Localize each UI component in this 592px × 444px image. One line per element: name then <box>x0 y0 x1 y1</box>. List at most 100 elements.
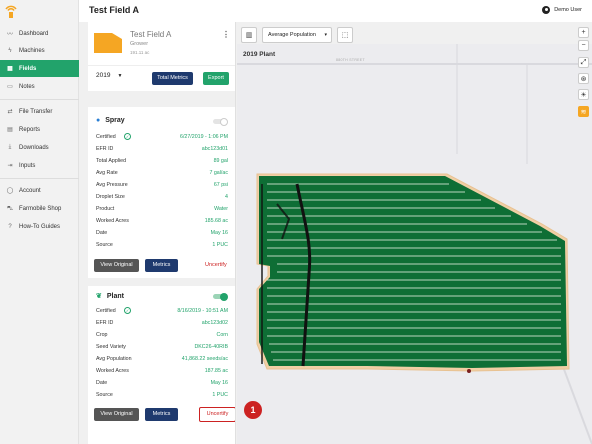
field-map[interactable] <box>237 44 592 444</box>
farmobile-logo-icon <box>5 5 17 18</box>
spray-metrics-button[interactable]: Metrics <box>145 259 178 272</box>
inputs-icon: ⇥ <box>7 163 13 169</box>
plant-row-crop: Crop Corn <box>96 332 228 342</box>
spray-toggle[interactable] <box>213 117 228 126</box>
export-button[interactable]: Export <box>203 72 229 85</box>
plant-row-source: Source 1 PUC <box>96 392 228 402</box>
plant-row-avg-population: Avg Population 41,868.22 seeds/ac <box>96 356 228 366</box>
sidebar-item-how-to-guides[interactable]: ? How-To Guides <box>0 218 79 235</box>
layers-icon: ≋ <box>580 108 587 116</box>
sidebar-item-label: Fields <box>19 65 37 72</box>
field-acres: 191.11 ac <box>130 50 150 55</box>
total-metrics-button[interactable]: Total Metrics <box>152 72 193 85</box>
year-select[interactable]: 2019 ▼ <box>96 72 122 79</box>
zoom-out-button[interactable]: − <box>578 40 589 51</box>
row-label: Total Applied <box>96 158 127 164</box>
plant-row-date: Date May 16 <box>96 380 228 390</box>
sidebar-item-label: File Transfer <box>19 108 53 115</box>
spray-view-original-button[interactable]: View Original <box>94 259 139 272</box>
sidebar-divider <box>0 99 79 100</box>
spray-uncertify-link[interactable]: Uncertify <box>205 262 227 268</box>
field-header: Test Field A Grower 191.11 ac ⋮ <box>88 22 235 66</box>
sidebar-item-label: Dashboard <box>19 30 49 37</box>
row-label: EFR ID <box>96 146 114 152</box>
plant-view-original-button[interactable]: View Original <box>94 408 139 421</box>
sidebar-item-file-transfer[interactable]: ⇄ File Transfer <box>0 103 79 120</box>
locate-button[interactable]: ⊛ <box>578 73 589 84</box>
toggle-knob <box>220 292 228 301</box>
row-label: Source <box>96 392 113 398</box>
row-label: Crop <box>96 332 108 338</box>
row-label: Date <box>96 380 108 386</box>
compass-icon: ⊛ <box>580 75 587 83</box>
sidebar-item-dashboard[interactable]: 〰 Dashboard <box>0 25 79 42</box>
top-header: Test Field A Demo User <box>79 0 592 22</box>
row-value: Corn <box>216 332 228 338</box>
notes-icon: ▭ <box>7 84 13 90</box>
row-label: Worked Acres <box>96 368 129 374</box>
transfer-icon: ⇄ <box>7 109 13 115</box>
plus-icon: + <box>581 29 586 36</box>
reports-icon: ▤ <box>7 127 13 133</box>
layer-select[interactable]: Average Population ▾ <box>262 27 332 43</box>
row-value: 185.68 ac <box>204 218 228 224</box>
spray-row-certified: Certified ✓ 6/27/2019 - 1:06 PM <box>96 133 228 144</box>
row-value: 6/27/2019 - 1:06 PM <box>180 134 228 140</box>
plant-uncertify-button[interactable]: Uncertify <box>199 407 235 422</box>
account-icon: ◯ <box>6 188 14 194</box>
row-value: 1 PUC <box>212 392 228 398</box>
field-toolbar: 2019 ▼ Total Metrics Export <box>88 70 235 90</box>
plant-row-worked-acres: Worked Acres 187.85 ac <box>96 368 228 378</box>
droplet-icon: ● <box>96 117 101 124</box>
plant-toggle[interactable] <box>213 292 228 301</box>
panel-toggle-button[interactable]: ▥ <box>241 27 257 43</box>
plant-metrics-button[interactable]: Metrics <box>145 408 178 421</box>
more-vertical-icon[interactable]: ⋮ <box>222 30 230 39</box>
user-menu[interactable]: Demo User <box>542 6 582 14</box>
sidebar-item-notes[interactable]: ▭ Notes <box>0 78 79 95</box>
sidebar-divider <box>0 178 79 179</box>
sidebar-item-farmobile-shop[interactable]: ⛍ Farmobile Shop <box>0 200 79 217</box>
sidebar-item-label: Machines <box>19 47 45 54</box>
expand-icon: ⤢ <box>580 58 587 66</box>
field-name: Test Field A <box>130 30 172 39</box>
row-label: Certified <box>96 308 116 314</box>
sidebar-item-fields[interactable]: ▦ Fields <box>0 60 79 77</box>
layers-button[interactable]: ≋ <box>578 106 589 117</box>
spray-row-worked-acres: Worked Acres 185.68 ac <box>96 218 228 228</box>
zoom-in-button[interactable]: + <box>578 27 589 38</box>
page-title: Test Field A <box>89 5 140 15</box>
step-callout-badge: 1 <box>244 401 262 419</box>
street-label: 880TH STREET <box>336 58 365 62</box>
sidebar-item-inputs[interactable]: ⇥ Inputs <box>0 157 79 174</box>
sun-icon: ☀ <box>580 91 587 99</box>
row-label: Avg Pressure <box>96 182 128 188</box>
row-value: 8/16/2019 - 10:51 AM <box>177 308 228 314</box>
layer-select-value: Average Population <box>268 32 316 38</box>
sidebar-item-label: Inputs <box>19 162 36 169</box>
sidebar-item-account[interactable]: ◯ Account <box>0 182 79 199</box>
sidebar-item-reports[interactable]: ▤ Reports <box>0 121 79 138</box>
sidebar-item-label: How-To Guides <box>19 223 61 230</box>
certified-badge-icon: ✓ <box>124 133 131 140</box>
row-label: Avg Rate <box>96 170 118 176</box>
fullscreen-button[interactable]: ⤢ <box>578 57 589 68</box>
row-value: 1 PUC <box>212 242 228 248</box>
row-label: Avg Population <box>96 356 132 362</box>
sidebar-item-label: Notes <box>19 83 35 90</box>
caret-down-icon: ▼ <box>117 72 123 79</box>
draw-tool-button[interactable]: ⬚ <box>337 27 353 43</box>
plant-row-efr-id: EFR ID abc123d02 <box>96 320 228 330</box>
dashboard-icon: 〰 <box>6 32 13 38</box>
section-gap <box>88 278 235 286</box>
spray-row-date: Date May 16 <box>96 230 228 240</box>
plant-row-certified: Certified ✓ 8/16/2019 - 10:51 AM <box>96 307 228 318</box>
row-value: 187.85 ac <box>204 368 228 374</box>
brightness-button[interactable]: ☀ <box>578 89 589 100</box>
sidebar-item-machines[interactable]: ϟ Machines <box>0 42 79 59</box>
sidebar-item-label: Farmobile Shop <box>19 205 62 212</box>
row-value: 67 psi <box>213 182 228 188</box>
row-label: Date <box>96 230 108 236</box>
sidebar-item-downloads[interactable]: ⤓ Downloads <box>0 139 79 156</box>
spray-row-efr-id: EFR ID abc123d01 <box>96 146 228 156</box>
